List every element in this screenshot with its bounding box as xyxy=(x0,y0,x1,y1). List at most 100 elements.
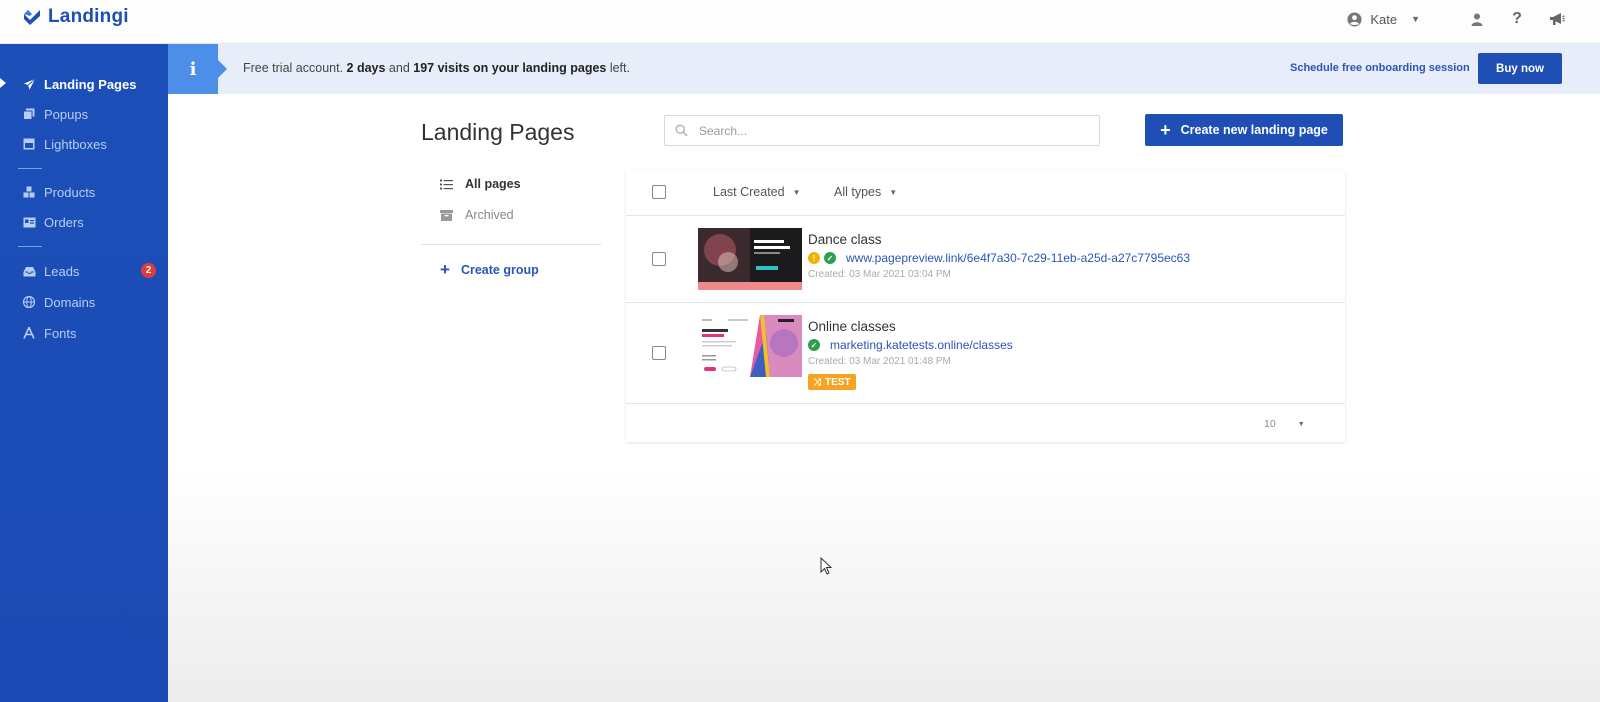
sidebar-item-label: Lightboxes xyxy=(44,136,107,152)
schedule-onboarding-link[interactable]: Schedule free onboarding session xyxy=(1290,62,1470,74)
page-title: Landing Pages xyxy=(421,119,575,145)
shuffle-icon: ⤨ xyxy=(813,376,821,388)
chevron-down-icon: ▼ xyxy=(792,187,801,197)
user-avatar-icon xyxy=(1347,11,1362,27)
search-box[interactable] xyxy=(664,115,1100,146)
sidebar-item-label: Fonts xyxy=(44,325,77,341)
test-badge-label: TEST xyxy=(825,376,851,388)
check-icon: ✓ xyxy=(824,252,836,264)
sidebar-divider xyxy=(18,168,42,169)
orders-icon xyxy=(22,215,36,229)
info-icon: i xyxy=(168,44,227,94)
globe-icon xyxy=(22,295,36,309)
top-bar: Landingi Kate ▼ ? xyxy=(0,0,1600,44)
user-menu[interactable]: Kate ▼ xyxy=(1347,12,1420,27)
table-row[interactable]: Online classes ✓ marketing.katetests.onl… xyxy=(626,303,1345,404)
lightbox-icon xyxy=(22,137,36,151)
sidebar-item-domains[interactable]: Domains xyxy=(22,292,95,312)
products-icon xyxy=(22,185,36,199)
trial-days: 2 days xyxy=(346,61,386,75)
filter-all-pages[interactable]: All pages xyxy=(440,177,521,191)
leads-count-badge: 2 xyxy=(141,263,156,278)
sidebar-item-label: Domains xyxy=(44,294,96,310)
page-url-link[interactable]: www.pagepreview.link/6e4f7a30-7c29-11eb-… xyxy=(846,251,1190,265)
logo-mark-icon xyxy=(24,10,40,25)
user-name: Kate xyxy=(1370,11,1398,27)
check-icon: ✓ xyxy=(808,339,820,351)
account-icon[interactable] xyxy=(1468,10,1486,28)
landing-pages-table: Last Created ▼ All types ▼ Dance class !… xyxy=(626,170,1345,442)
sidebar-item-label: Products xyxy=(44,184,96,200)
search-input[interactable] xyxy=(699,122,1079,140)
sidebar-item-label: Popups xyxy=(44,106,89,122)
row-checkbox[interactable] xyxy=(652,252,666,266)
trial-message: Free trial account. 2 days and 197 visit… xyxy=(243,61,630,75)
chevron-down-icon: ▼ xyxy=(889,187,898,197)
sidebar-item-products[interactable]: Products xyxy=(22,182,95,202)
create-group-button[interactable]: + Create group xyxy=(440,261,539,278)
main-content: Landing Pages + Create new landing page … xyxy=(168,94,1600,702)
search-icon xyxy=(675,124,688,137)
inbox-icon xyxy=(22,264,36,278)
sort-dropdown[interactable]: Last Created ▼ xyxy=(713,185,801,199)
archive-icon xyxy=(440,209,453,221)
sidebar-item-orders[interactable]: Orders xyxy=(22,212,84,232)
chevron-down-icon: ▼ xyxy=(1297,420,1305,428)
sidebar-item-lightboxes[interactable]: Lightboxes xyxy=(22,134,107,154)
trial-text-suffix: left. xyxy=(606,61,630,75)
megaphone-icon[interactable] xyxy=(1548,10,1566,28)
sort-label: Last Created xyxy=(713,185,785,199)
active-indicator xyxy=(0,78,6,88)
sidebar-item-label: Orders xyxy=(44,214,84,230)
trial-text-mid: and xyxy=(385,61,414,75)
logo-text: Landingi xyxy=(48,6,129,27)
sidebar-item-landing-pages[interactable]: Landing Pages xyxy=(22,74,136,94)
font-icon xyxy=(22,326,36,340)
buy-now-button[interactable]: Buy now xyxy=(1478,53,1562,84)
trial-banner: i Free trial account. 2 days and 197 vis… xyxy=(168,44,1600,94)
list-icon xyxy=(440,179,453,189)
sidebar-item-popups[interactable]: Popups xyxy=(22,104,88,124)
page-title-text[interactable]: Dance class xyxy=(808,232,882,247)
page-thumbnail[interactable] xyxy=(698,228,802,290)
filter-label: All pages xyxy=(465,177,521,191)
page-thumbnail[interactable] xyxy=(698,315,802,377)
select-all-checkbox[interactable] xyxy=(652,185,666,199)
type-filter-dropdown[interactable]: All types ▼ xyxy=(834,185,897,199)
mouse-cursor-icon xyxy=(820,557,832,575)
create-group-label: Create group xyxy=(460,262,539,277)
logo[interactable]: Landingi xyxy=(22,6,129,28)
create-landing-page-label: Create new landing page xyxy=(1180,123,1328,137)
row-checkbox[interactable] xyxy=(652,346,666,360)
paper-plane-icon xyxy=(22,77,36,91)
trial-visits: 197 visits on your landing pages xyxy=(413,61,607,75)
sidebar-divider xyxy=(18,246,42,247)
filter-divider xyxy=(421,244,601,245)
page-title-text[interactable]: Online classes xyxy=(808,319,896,334)
help-icon[interactable]: ? xyxy=(1508,10,1526,28)
warning-icon: ! xyxy=(808,252,820,264)
page-url-line: ! ✓ www.pagepreview.link/6e4f7a30-7c29-1… xyxy=(808,251,1190,265)
table-header: Last Created ▼ All types ▼ xyxy=(626,170,1345,216)
ab-test-badge: ⤨ TEST xyxy=(808,374,856,390)
created-date: Created: 03 Mar 2021 03:04 PM xyxy=(808,269,951,280)
create-landing-page-button[interactable]: + Create new landing page xyxy=(1145,114,1343,146)
sidebar-item-fonts[interactable]: Fonts xyxy=(22,323,77,343)
sidebar-item-label: Landing Pages xyxy=(44,76,137,92)
sidebar-item-label: Leads xyxy=(44,263,80,279)
per-page-select[interactable]: 10 ▼ xyxy=(1264,418,1305,430)
sidebar-item-leads[interactable]: Leads xyxy=(22,261,79,281)
per-page-value: 10 xyxy=(1264,418,1276,430)
popups-icon xyxy=(22,107,36,121)
table-row[interactable]: Dance class ! ✓ www.pagepreview.link/6e4… xyxy=(626,216,1345,303)
page-url-line: ✓ marketing.katetests.online/classes xyxy=(808,338,1013,352)
plus-icon: + xyxy=(1160,120,1171,140)
plus-icon: + xyxy=(440,260,450,279)
sidebar: Landing Pages Popups Lightboxes Products… xyxy=(0,44,168,702)
trial-text-prefix: Free trial account. xyxy=(243,61,347,75)
filter-label: Archived xyxy=(465,208,514,222)
filter-archived[interactable]: Archived xyxy=(440,208,514,222)
type-filter-label: All types xyxy=(834,185,882,199)
chevron-down-icon: ▼ xyxy=(1411,14,1420,24)
page-url-link[interactable]: marketing.katetests.online/classes xyxy=(830,338,1013,352)
